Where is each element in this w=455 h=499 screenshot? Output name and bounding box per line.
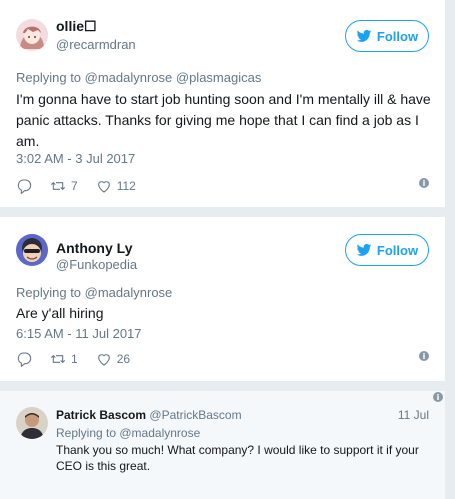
tweet-text: Are y'all hiring: [16, 305, 104, 321]
timestamp[interactable]: 3:02 AM - 3 Jul 2017: [16, 151, 135, 166]
like-count: 112: [116, 179, 136, 193]
display-name[interactable]: Patrick Bascom: [56, 408, 146, 422]
tweet-card: ollie☐ @recarmdran Follow Replying to @m…: [0, 0, 445, 207]
user-handle[interactable]: @recarmdran: [56, 37, 136, 52]
replying-to[interactable]: Replying to @madalynrose: [16, 285, 172, 300]
timestamp[interactable]: 11 Jul: [398, 408, 429, 422]
retweet-count: 7: [71, 179, 78, 193]
reply-icon: [17, 179, 32, 194]
retweet-icon: [50, 354, 66, 364]
more-info-icon[interactable]: i: [419, 178, 429, 188]
twitter-bird-icon: [356, 243, 372, 256]
like-action[interactable]: 112: [96, 178, 136, 194]
like-action[interactable]: 26: [96, 351, 130, 367]
more-info-icon[interactable]: i: [433, 392, 443, 402]
reply-action[interactable]: [16, 351, 32, 367]
more-info-icon[interactable]: i: [419, 351, 429, 361]
avatar[interactable]: [16, 407, 48, 439]
follow-label: Follow: [376, 242, 419, 258]
tweet-card: Patrick Bascom @PatrickBascom 11 Jul Rep…: [0, 391, 445, 499]
follow-label: Follow: [376, 28, 419, 44]
user-handle[interactable]: @PatrickBascom: [149, 408, 241, 422]
replying-to[interactable]: Replying to @madalynrose @plasmagicas: [16, 70, 261, 85]
avatar[interactable]: [16, 19, 48, 51]
like-count: 26: [116, 352, 131, 366]
timestamp[interactable]: 6:15 AM - 11 Jul 2017: [16, 326, 142, 341]
display-name[interactable]: Anthony Ly: [56, 240, 132, 256]
avatar[interactable]: [16, 234, 48, 266]
like-icon: [97, 354, 110, 366]
tweet-text: I'm gonna have to start job hunting soon…: [16, 91, 431, 149]
follow-button[interactable]: Follow: [345, 20, 429, 52]
replying-to[interactable]: Replying to @madalynrose: [56, 426, 200, 440]
reply-action[interactable]: [16, 178, 32, 194]
tweet-text: Thank you so much! What company? I would…: [56, 443, 419, 473]
display-name[interactable]: ollie☐: [56, 18, 97, 35]
retweet-action[interactable]: 1: [50, 351, 78, 367]
tweet-actions: 1 26 i: [16, 350, 429, 368]
author-line: Patrick Bascom @PatrickBascom: [56, 408, 242, 422]
retweet-count: 1: [71, 352, 78, 366]
retweet-icon: [50, 181, 66, 191]
reply-icon: [17, 352, 32, 367]
follow-button[interactable]: Follow: [345, 234, 429, 266]
tweet-actions: 7 112 i: [16, 177, 429, 195]
retweet-action[interactable]: 7: [50, 178, 78, 194]
like-icon: [97, 181, 110, 193]
tweet-card: Anthony Ly @Funkopedia Follow Replying t…: [0, 217, 445, 381]
user-handle[interactable]: @Funkopedia: [56, 257, 137, 272]
twitter-bird-icon: [356, 29, 372, 42]
